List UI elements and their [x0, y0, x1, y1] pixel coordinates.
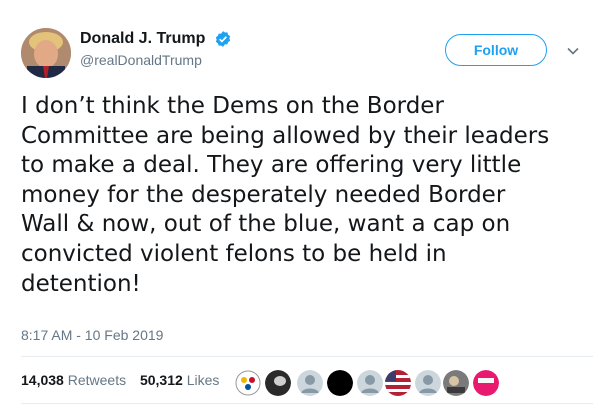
divider: [21, 403, 593, 404]
liker-avatar-flag-icon[interactable]: [384, 369, 412, 397]
tweet-header: Donald J. Trump @realDonaldTrump Follow: [21, 24, 593, 80]
chevron-down-icon[interactable]: [566, 44, 580, 58]
follow-button[interactable]: Follow: [445, 34, 547, 66]
liker-avatar-photo-icon[interactable]: [442, 369, 470, 397]
liker-avatar-pink-hat-icon[interactable]: [472, 369, 500, 397]
tweet-text: I don’t think the Dems on the Border Com…: [21, 93, 550, 297]
tweet-stats: 14,038 Retweets 50,312 Likes: [21, 372, 229, 388]
likes-stat[interactable]: 50,312 Likes: [140, 372, 219, 388]
name-block: Donald J. Trump @realDonaldTrump: [80, 30, 232, 68]
likes-label: Likes: [186, 372, 220, 388]
tweet-timestamp[interactable]: 8:17 AM - 10 Feb 2019: [21, 327, 163, 343]
liker-avatar-dark-icon[interactable]: [264, 369, 292, 397]
user-handle[interactable]: @realDonaldTrump: [80, 52, 232, 68]
liker-avatar-steelers-logo-icon[interactable]: [234, 369, 262, 397]
profile-photo-icon: [21, 28, 71, 78]
retweets-count: 14,038: [21, 372, 64, 388]
retweets-stat[interactable]: 14,038 Retweets: [21, 372, 126, 388]
liker-avatar-default-icon[interactable]: [356, 369, 384, 397]
display-name[interactable]: Donald J. Trump: [80, 30, 205, 48]
avatar[interactable]: [21, 28, 71, 78]
liker-avatar-default-icon[interactable]: [296, 369, 324, 397]
retweets-label: Retweets: [67, 372, 127, 388]
divider: [21, 356, 593, 357]
verified-badge-icon: [215, 31, 230, 47]
likes-count: 50,312: [139, 372, 183, 388]
liker-avatars: [234, 369, 504, 397]
liker-avatar-default-icon[interactable]: [414, 369, 442, 397]
liker-avatar-black-icon[interactable]: [326, 369, 354, 397]
